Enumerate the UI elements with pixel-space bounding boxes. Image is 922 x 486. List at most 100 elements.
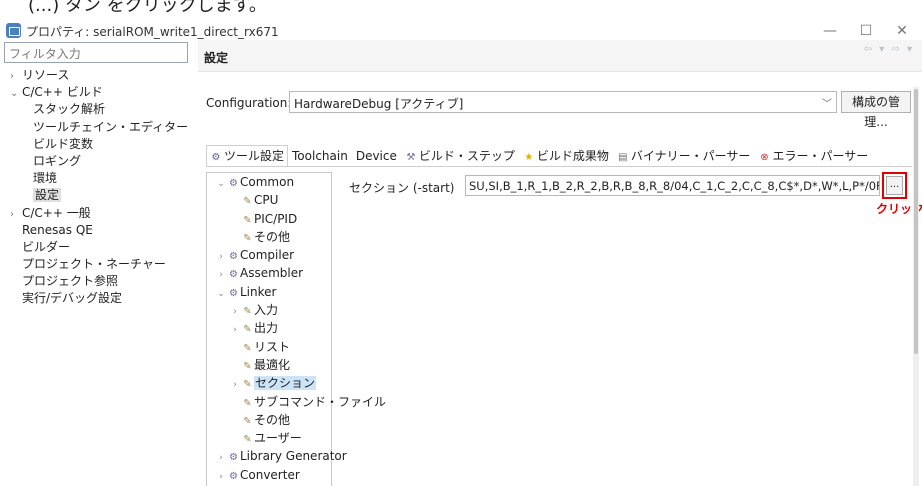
tree-node-label: Compiler [240,248,295,263]
chevron-right-icon[interactable]: › [10,206,22,223]
tabs-divider [206,166,912,167]
chevron-right-icon[interactable]: › [215,248,227,266]
tree-node[interactable]: ⌄ ⚙ Linker [207,283,331,301]
tab[interactable]: ⚒ ビルド・ステップ [401,145,519,167]
chevron-right-icon[interactable]: › [229,303,241,321]
nav-item[interactable]: › リソース [4,67,194,84]
tree-node[interactable]: ✎ ユーザー [207,429,331,447]
tab[interactable]: ⊗ エラー・パーサー [754,145,872,167]
tree-node-label: 最適化 [254,357,291,372]
nav-item[interactable]: 設定 [4,187,194,204]
tree-node[interactable]: ✎ CPU [207,191,331,209]
configuration-value: HardwareDebug [アクティブ] [294,97,464,111]
nav-item[interactable]: ロギング [4,153,194,170]
tree-node-label: 出力 [254,321,279,336]
error-icon: ⊗ [760,152,769,163]
chevron-right-icon[interactable]: › [215,449,227,467]
tree-node[interactable]: › ⚙ Library Generator [207,447,347,467]
tree-node[interactable]: › ⚙ Assembler [207,264,331,282]
nav-item-label: ツールチェイン・エディター [33,119,189,134]
nav-item[interactable]: プロジェクト参照 [4,273,194,290]
tab[interactable]: ★ ビルド成果物 [519,145,613,167]
nav-item[interactable]: 実行/デバッグ設定 [4,290,194,307]
nav-item[interactable]: › C/C++ 一般 [4,205,194,222]
tool-icon: ⚙ [229,452,238,464]
chevron-right-icon[interactable]: › [229,376,241,394]
chevron-right-icon[interactable]: › [229,321,241,339]
nav-item[interactable]: スタック解析 [4,101,194,118]
caption-text: (...) タン をクリックします。 [28,0,267,16]
tree-node[interactable]: ✎ その他 [207,228,331,246]
tree-node[interactable]: › ✎ 入力 [207,301,331,319]
option-page-icon: ✎ [243,379,252,391]
tree-node-label: Linker [240,284,277,299]
tab-label: Toolchain [292,149,348,163]
nav-item-label: プロジェクト・ネーチャー [22,257,166,272]
chevron-down-icon[interactable]: ⌄ [10,85,22,102]
tab[interactable]: ▤ バイナリー・パーサー [613,145,755,167]
tree-node[interactable]: › ✎ セクション [207,374,331,392]
option-page-icon: ✎ [243,434,252,446]
chevron-down-icon: ﹀ [822,99,832,110]
settings-tabs: ⚙ ツール設定 Toolchain Device ⚒ ビルド・ステップ ★ ビルド成果物 ▤ バイ… [206,145,872,167]
tree-node-label: ユーザー [254,431,302,446]
hammer-icon: ⚒ [406,152,416,163]
nav-item-label: C/C++ ビルド [22,85,103,100]
gear-icon: ⚙ [211,152,221,163]
nav-item[interactable]: プロジェクト・ネーチャー [4,256,194,273]
filter-input[interactable]: フィルタ入力 [4,42,188,63]
property-category-tree: › リソース ⌄ C/C++ ビルド スタック解析 ツールチェイン・エディター ビルド変数ロ… [4,67,194,308]
tree-node[interactable]: › ✎ 出力 [207,319,331,337]
tree-node[interactable]: ✎ サブコマンド・ファイル [207,393,386,411]
option-page-icon: ✎ [243,232,252,244]
close-button[interactable]: ✕ [882,20,922,42]
maximize-button[interactable]: ☐ [846,20,886,42]
tab-label: ツール設定 [224,149,285,163]
highlight-frame [882,172,907,199]
chevron-down-icon[interactable]: ⌄ [215,175,227,193]
nav-item[interactable]: ツールチェイン・エディター [4,119,194,136]
tree-node[interactable]: › ⚙ Converter [207,466,331,484]
tree-node[interactable]: ✎ リスト [207,338,331,356]
nav-item-label: ビルダー [22,239,71,254]
tab-label: バイナリー・パーサー [630,149,751,163]
tree-node[interactable]: ⌄ ⚙ Common [207,173,331,191]
tree-node[interactable]: ✎ 最適化 [207,356,331,374]
tab[interactable]: Device [352,145,401,167]
chevron-right-icon[interactable]: › [10,68,22,85]
tree-node-label: 入力 [254,303,279,318]
tool-icon: ⚙ [229,470,238,482]
nav-item[interactable]: ⌄ C/C++ ビルド [4,84,194,101]
nav-item[interactable]: ビルド変数 [4,136,194,153]
tree-node[interactable]: ✎ PIC/PID [207,210,331,228]
tree-node-label: セクション [254,376,317,391]
tree-node[interactable]: › ⚙ Compiler [207,246,331,264]
chevron-right-icon[interactable]: › [215,266,227,284]
nav-item-label: 環境 [33,171,58,186]
tab[interactable]: Toolchain [288,145,352,167]
nav-item-label: スタック解析 [33,102,106,117]
configuration-select[interactable]: HardwareDebug [アクティブ] ﹀ [289,91,837,113]
nav-item-label: C/C++ 一般 [22,205,91,220]
title-bar: プロパティ: serialROM_write1_direct_rx671 — ☐… [0,20,922,42]
chevron-down-icon[interactable]: ⌄ [215,285,227,303]
option-page-icon: ✎ [243,360,252,372]
nav-item-label: リソース [22,68,70,82]
tree-node[interactable]: ✎ その他 [207,411,331,429]
scrollbar-thumb[interactable] [914,89,918,354]
history-nav-arrows[interactable]: ⇦ ▾ ⇨ ▾ [864,44,914,55]
nav-item[interactable]: 環境 [4,170,194,187]
page-title: 設定 [204,51,229,65]
nav-item[interactable]: Renesas QE [4,222,194,239]
tree-node-label: その他 [254,229,291,244]
section-input[interactable]: SU,SI,B_1,R_1,B_2,R_2,B,R,B_8,R_8/04,C_1… [465,175,880,196]
nav-item[interactable]: ビルダー [4,239,194,256]
chevron-right-icon[interactable]: › [215,468,227,486]
tab[interactable]: ⚙ ツール設定 [206,145,289,167]
option-page-icon: ✎ [243,214,252,226]
tree-node-label: PIC/PID [254,211,298,226]
minimize-button[interactable]: — [810,20,850,42]
tree-node-label: サブコマンド・ファイル [254,394,387,409]
manage-configurations-button[interactable]: 構成の管理... [841,91,911,129]
option-page-icon: ✎ [243,324,252,336]
